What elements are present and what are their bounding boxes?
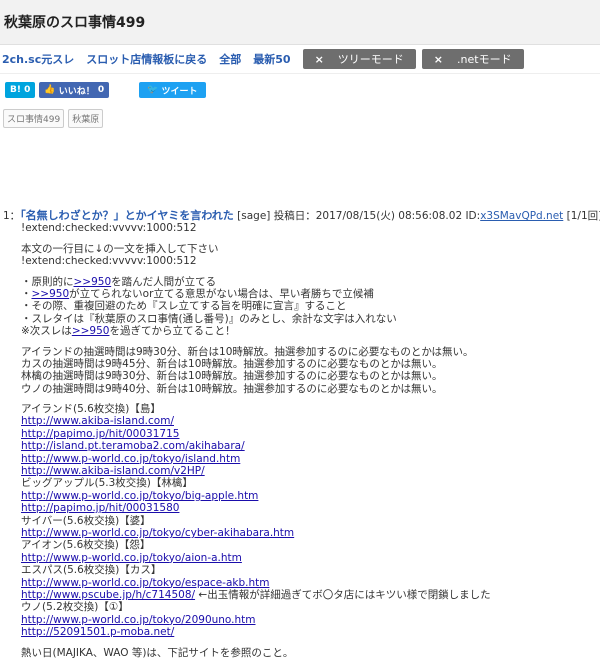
tree-mode-label: ツリーモード (337, 53, 404, 66)
body-line: ・>>950が立てられないor立てる意思がない場合は、早い者勝ちで立候補 (21, 288, 600, 300)
body-line: エスパス(5.6枚交換)【カス】 (21, 564, 162, 577)
facebook-like-count: 0 (97, 85, 105, 95)
body-line: 熱い日(MAJIKA、WAO 等)は、下記サイトを参照のこと。 (21, 646, 294, 659)
nav-link-board-back[interactable]: スロット店情報板に戻る (86, 51, 207, 67)
nav-bar: 2ch.sc元スレ スロット店情報板に戻る 全部 最新50 × ツリーモード ×… (0, 45, 600, 74)
body-line: ・原則的に>>950を踏んだ人間が立てる (21, 276, 600, 288)
tweet-button[interactable]: 🐦 ツイート (139, 82, 206, 98)
post-count: [1/1回] (566, 210, 600, 222)
url-link[interactable]: http://www.p-world.co.jp/tokyo/espace-ak… (21, 577, 269, 589)
tag-akihabara[interactable]: 秋葉原 (68, 109, 104, 128)
body-line: ビッグアップル(5.3枚交換)【林檎】 (21, 477, 193, 490)
close-icon: × (314, 52, 324, 66)
body-line: ・その際、重複回避のため『スレ立てする旨を明確に宣言』すること (21, 300, 347, 313)
nav-link-latest50[interactable]: 最新50 (253, 51, 290, 67)
post-body: !extend:checked:vvvvv:1000:512 本文の一行目に↓の… (0, 222, 600, 659)
body-line: アイランドの抽選時間は9時30分、新台は10時解放。抽選参加するのに必要なものと… (21, 345, 474, 358)
nav-link-source-thread[interactable]: 2ch.sc元スレ (2, 51, 74, 67)
url-link[interactable]: http://www.p-world.co.jp/tokyo/big-apple… (21, 490, 258, 502)
url-link[interactable]: http://www.akiba-island.com/ (21, 415, 174, 427)
title-bar: 秋葉原のスロ事情499 (0, 0, 600, 45)
anchor-link[interactable]: >>950 (72, 325, 110, 337)
body-text: ←出玉情報が詳細過ぎてボ〇タ店にはキツい様で閉鎖しました (198, 588, 491, 601)
body-line: 本文の一行目に↓の一文を挿入して下さい (21, 242, 219, 255)
post-meta: [sage] 投稿日：2017/08/15(火) 08:56:08.02 ID: (237, 210, 481, 222)
url-link[interactable]: http://www.p-world.co.jp/tokyo/2090uno.h… (21, 614, 256, 626)
body-text: ・ (21, 287, 32, 300)
body-line: http://www.pscube.jp/h/c714508/ ←出玉情報が詳細… (21, 589, 600, 601)
post: 1：「名無しわざとか？」とかイヤミを言われた [sage] 投稿日：2017/0… (0, 209, 600, 659)
page-title: 秋葉原のスロ事情499 (4, 15, 146, 31)
url-link[interactable]: http://52091501.p-moba.net/ (21, 626, 174, 638)
url-link[interactable]: http://papimo.jp/hit/00031580 (21, 502, 179, 514)
hatebu-icon: B! (10, 85, 21, 95)
url-link[interactable]: http://www.p-world.co.jp/tokyo/aion-a.ht… (21, 552, 242, 564)
body-line: !extend:checked:vvvvv:1000:512 (21, 255, 197, 268)
post-subject: 「名無しわざとか？」とかイヤミを言われた (20, 209, 234, 222)
nav-link-all[interactable]: 全部 (219, 51, 241, 67)
url-link[interactable]: http://papimo.jp/hit/00031715 (21, 428, 179, 440)
url-link[interactable]: http://island.pt.teramoba2.com/akihabara… (21, 440, 245, 452)
post-id-link[interactable]: x3SMavQPd.net (480, 210, 563, 222)
post-header: 1：「名無しわざとか？」とかイヤミを言われた [sage] 投稿日：2017/0… (0, 209, 600, 222)
close-icon: × (433, 52, 444, 66)
body-line: ※次スレは>>950を過ぎてから立てること！ (21, 325, 600, 337)
anchor-link[interactable]: >>950 (74, 276, 112, 288)
url-link[interactable]: http://www.pscube.jp/h/c714508/ (21, 589, 195, 601)
body-line: カスの抽選時間は9時45分、新台は10時解放。抽選参加するのに必要なものとかは無… (21, 357, 443, 370)
thumbs-up-icon: 👍 (44, 85, 56, 95)
body-line: サイバー(5.6枚交換)【婆】 (21, 514, 151, 527)
body-line: アイオン(5.6枚交換)【怨】 (21, 539, 151, 552)
tweet-label: ツイート (161, 86, 198, 97)
body-line: ウノ(5.2枚交換)【①】 (21, 601, 129, 614)
body-line: ウノの抽選時間は9時40分、新台は10時解放。抽選参加するのに必要なものとかは無… (21, 382, 443, 395)
url-link[interactable]: http://www.akiba-island.com/v2HP/ (21, 465, 205, 477)
share-bar: B! 0 👍 いいね！ 0 🐦 ツイート (0, 78, 600, 102)
anchor-link[interactable]: >>950 (32, 288, 70, 300)
tag-list: スロ事情499 秋葉原 (0, 109, 600, 128)
url-link[interactable]: http://www.p-world.co.jp/tokyo/island.ht… (21, 453, 240, 465)
body-text: が立てられないor立てる意思がない場合は、早い者勝ちで立候補 (69, 287, 374, 300)
body-text: を過ぎてから立てること！ (109, 325, 236, 338)
body-line: !extend:checked:vvvvv:1000:512 (21, 222, 197, 235)
net-mode-label: .netモード (457, 53, 512, 66)
facebook-like-label: いいね！ (58, 86, 95, 97)
url-link[interactable]: http://www.p-world.co.jp/tokyo/cyber-aki… (21, 527, 294, 539)
post-number: 1： (3, 210, 21, 222)
hatebu-button[interactable]: B! 0 (5, 82, 36, 98)
hatebu-count: 0 (24, 85, 31, 95)
tag-thread[interactable]: スロ事情499 (3, 109, 65, 128)
twitter-bird-icon: 🐦 (147, 85, 159, 95)
tree-mode-button[interactable]: × ツリーモード (302, 49, 416, 69)
body-text: を踏んだ人間が立てる (111, 275, 217, 288)
body-line: アイランド(5.6枚交換)【島】 (21, 403, 161, 416)
net-mode-button[interactable]: × .netモード (421, 49, 524, 69)
body-text: ・原則的に (21, 275, 74, 288)
body-line: ・スレタイは『秋葉原のスロ事情(通し番号)』のみとし、余計な文字は入れない (21, 312, 397, 325)
body-line: 林檎の抽選時間は9時30分、新台は10時解放。抽選参加するのに必要なものとかは無… (21, 370, 443, 383)
body-text: ※次スレは (21, 325, 72, 338)
facebook-like-button[interactable]: 👍 いいね！ 0 (39, 82, 110, 98)
